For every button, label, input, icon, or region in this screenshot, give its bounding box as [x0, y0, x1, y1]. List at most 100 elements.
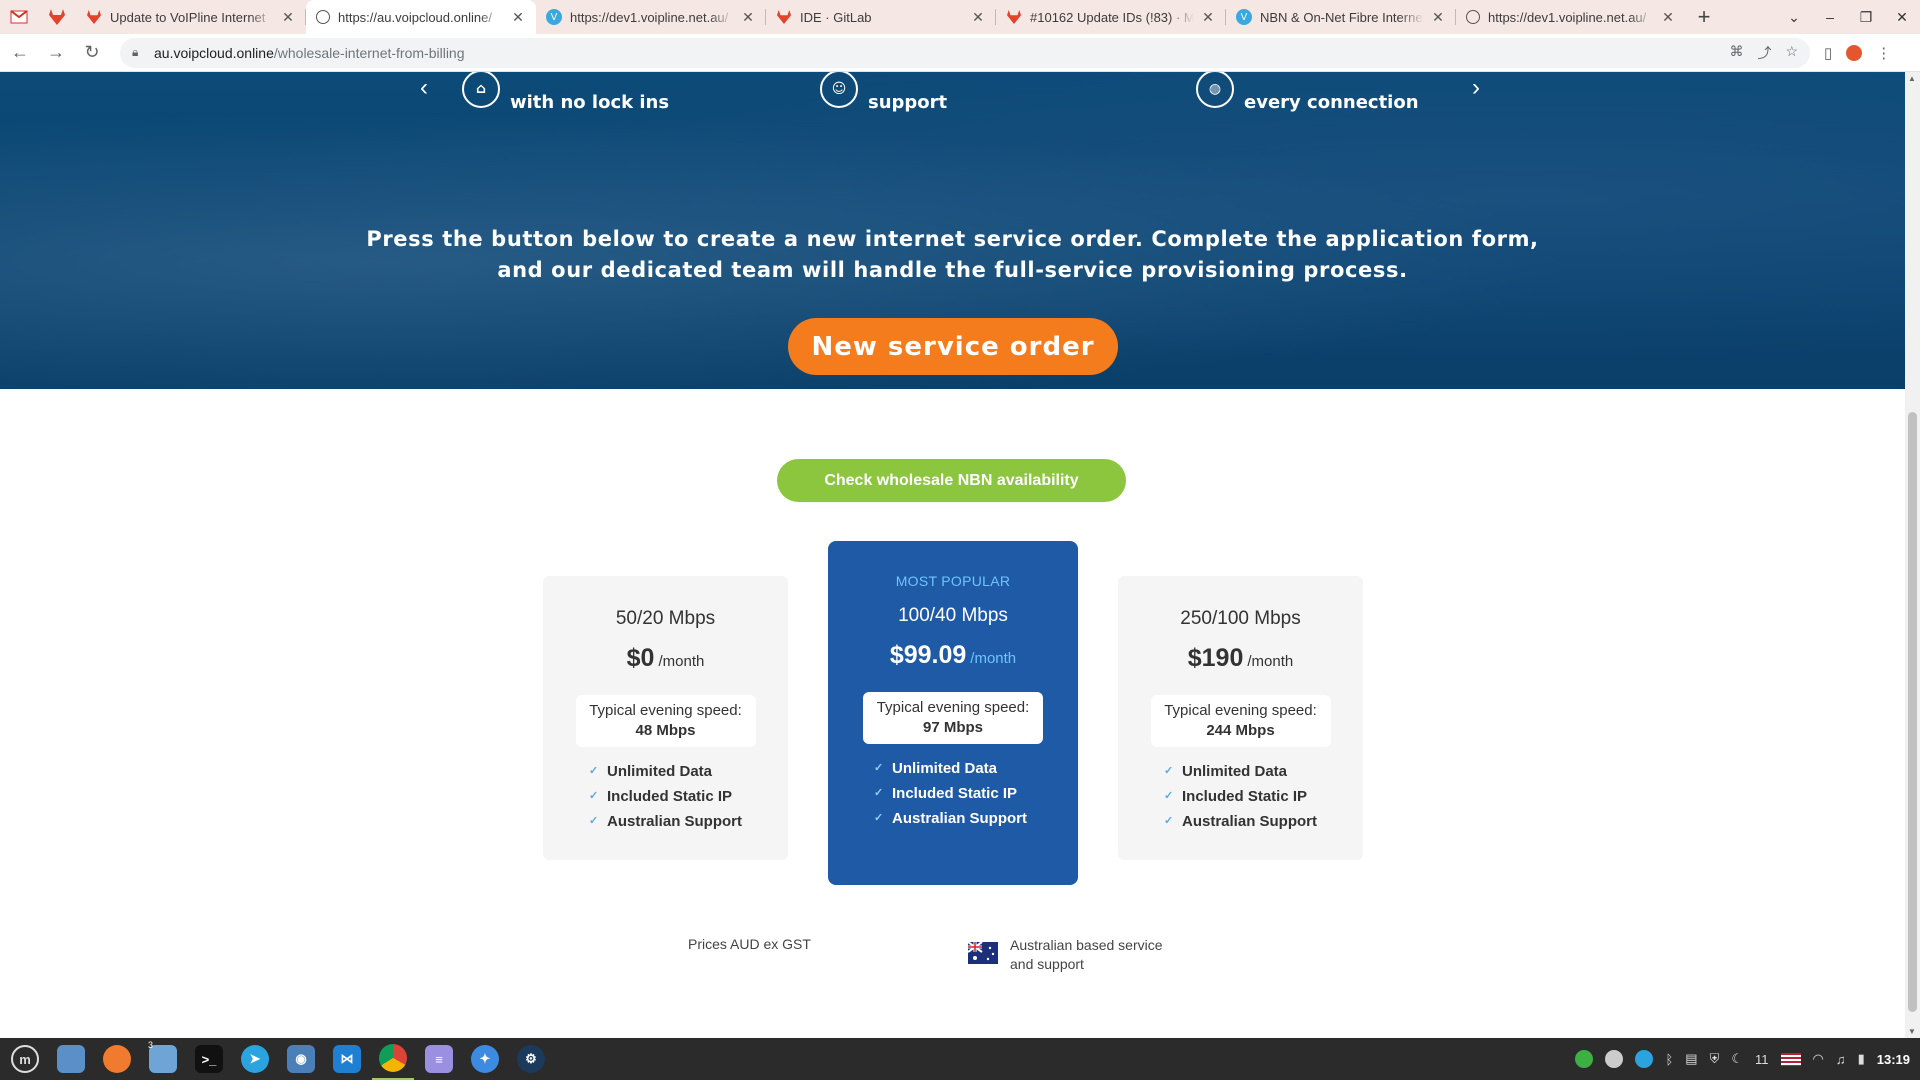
telegram-tray-icon[interactable] — [1635, 1050, 1654, 1068]
check-icon: ✓ — [874, 812, 884, 824]
shield-icon[interactable]: ⛨ — [1710, 1051, 1720, 1067]
pinned-tab-gmail[interactable] — [0, 0, 38, 34]
close-icon[interactable]: ✕ — [280, 9, 296, 26]
plan-features: ✓ Unlimited Data ✓ Included Static IP ✓ Aus… — [1164, 759, 1363, 834]
tab-5[interactable]: V NBN & On-Net Fibre Internet ✕ — [1226, 0, 1456, 34]
minimize-button[interactable]: – — [1812, 9, 1848, 25]
firefox-icon — [103, 1045, 131, 1073]
taskbar-app-vscode[interactable]: ⋈ — [326, 1038, 368, 1080]
address-bar[interactable]: 🔒︎ au.voipcloud.online/wholesale-interne… — [120, 37, 1810, 68]
tray-count: 11 — [1755, 1051, 1769, 1067]
tab-6[interactable]: https://dev1.voipline.net.au/ ✕ — [1456, 0, 1686, 34]
close-icon[interactable]: ✕ — [1430, 9, 1446, 26]
taskbar-app-chrome[interactable] — [372, 1038, 414, 1080]
feature-no-lock-ins: ⌂ with no lock ins — [462, 72, 669, 113]
close-icon[interactable]: ✕ — [1660, 9, 1676, 26]
price-period: /month — [1247, 653, 1294, 670]
reload-button[interactable]: ↻ — [76, 37, 108, 69]
close-icon[interactable]: ✕ — [970, 9, 986, 26]
linux-mint-icon: m — [11, 1045, 39, 1073]
tab-2[interactable]: V https://dev1.voipline.net.au/ ✕ — [536, 0, 766, 34]
clipboard-icon[interactable]: ▤ — [1685, 1051, 1697, 1067]
close-icon[interactable]: ✕ — [510, 9, 526, 26]
feature-text: Australian Support — [1182, 813, 1318, 830]
list-item: ✓ Australian Support — [1164, 809, 1363, 834]
bookmark-star-icon[interactable]: ☆ — [1785, 43, 1798, 63]
plan-speed: 250/100 Mbps — [1180, 608, 1301, 629]
taskbar-app-terminal[interactable]: >_ — [188, 1038, 230, 1080]
mint-menu-button[interactable]: m — [4, 1038, 46, 1080]
lock-icon[interactable]: 🔒︎ — [132, 45, 144, 60]
new-service-order-button[interactable]: New service order — [788, 318, 1118, 375]
clock[interactable]: 13:19 — [1877, 1052, 1910, 1067]
back-button[interactable]: ← — [4, 37, 36, 69]
menu-icon[interactable]: ⋮ — [1876, 44, 1891, 62]
taskbar-app-firefox[interactable] — [96, 1038, 138, 1080]
typical-speed-box: Typical evening speed: 48 Mbps — [575, 695, 756, 747]
new-tab-button[interactable]: + — [1686, 0, 1722, 34]
chrome-icon — [379, 1044, 407, 1072]
check-icon: ✓ — [589, 790, 599, 802]
tab-0[interactable]: Update to VoIPline Internet ✕ — [76, 0, 306, 34]
share-icon[interactable]: ⤴ — [1757, 43, 1771, 63]
us-flag-icon[interactable] — [1780, 1052, 1801, 1066]
plan-price: $0/month — [543, 644, 788, 673]
plan-features: ✓ Unlimited Data ✓ Included Static IP ✓ Aus… — [874, 756, 1078, 831]
sync-icon[interactable] — [1575, 1050, 1594, 1068]
translate-icon[interactable]: ⌘ — [1729, 43, 1743, 63]
forward-button[interactable]: → — [40, 37, 72, 69]
price-amount: $190 — [1187, 644, 1244, 672]
feature-text: Unlimited Data — [607, 763, 713, 780]
tab-1[interactable]: https://au.voipcloud.online/ ✕ — [306, 0, 536, 34]
check-nbn-availability-button[interactable]: Check wholesale NBN availability — [777, 459, 1126, 502]
feature-every-connection: ◍ every connection — [1196, 72, 1419, 113]
list-item: ✓ Included Static IP — [589, 784, 788, 809]
plan-features: ✓ Unlimited Data ✓ Included Static IP ✓ Aus… — [589, 759, 788, 834]
close-icon[interactable]: ✕ — [740, 9, 756, 26]
volume-icon[interactable]: ♫ — [1836, 1052, 1846, 1067]
carousel-prev-icon[interactable]: ‹ — [420, 74, 428, 102]
check-icon: ✓ — [874, 762, 884, 774]
feature-support: ☺ support — [820, 72, 947, 113]
taskbar-app-screenshot[interactable]: ◉ — [280, 1038, 322, 1080]
pinned-tab-gitlab[interactable] — [38, 0, 76, 34]
weather-icon[interactable]: ☾ — [1731, 1051, 1743, 1067]
australian-flag-icon — [968, 942, 998, 964]
hero-description-line: and our dedicated team will handle the f… — [497, 258, 1408, 282]
check-icon: ✓ — [1164, 765, 1174, 777]
taskbar-app-network[interactable]: ✦ — [464, 1038, 506, 1080]
tab-4[interactable]: #10162 Update IDs (!83) · Me ✕ — [996, 0, 1226, 34]
check-icon: ✓ — [874, 787, 884, 799]
taskbar-app-telegram[interactable]: ➤ — [234, 1038, 276, 1080]
steam-tray-icon[interactable] — [1605, 1050, 1624, 1068]
scroll-up-icon[interactable]: ▲ — [1908, 74, 1916, 83]
taskbar-app-notes[interactable]: ≡ — [418, 1038, 460, 1080]
tab-3[interactable]: IDE · GitLab ✕ — [766, 0, 996, 34]
scroll-down-icon[interactable]: ▼ — [1908, 1027, 1916, 1036]
taskbar-app-files[interactable]: 3 — [142, 1038, 184, 1080]
carousel-next-icon[interactable]: › — [1472, 74, 1480, 102]
plan-card-100-40: MOST POPULAR 100/40 Mbps $99.09/month Ty… — [828, 541, 1078, 885]
tab-title: NBN & On-Net Fibre Internet — [1260, 9, 1424, 25]
taskbar-app-desktop[interactable] — [50, 1038, 92, 1080]
feature-text: Included Static IP — [607, 788, 733, 805]
tab-search-icon[interactable]: ⌄ — [1776, 9, 1812, 26]
side-panel-icon[interactable]: ▯ — [1824, 44, 1832, 62]
price-amount: $0 — [626, 644, 655, 672]
page-viewport: ‹ ⌂ with no lock ins ☺ support ◍ every c… — [0, 72, 1905, 1038]
price-period: /month — [970, 650, 1017, 667]
close-icon[interactable]: ✕ — [1200, 9, 1216, 26]
restore-button[interactable]: ❐ — [1848, 9, 1884, 26]
page-scrollbar[interactable]: ▲ ▼ — [1905, 72, 1920, 1038]
extension-icon[interactable] — [1846, 44, 1863, 61]
wifi-icon[interactable]: ◠ — [1813, 1051, 1824, 1067]
scrollbar-thumb[interactable] — [1908, 412, 1917, 1012]
check-icon: ✓ — [1164, 815, 1174, 827]
plan-price: $99.09/month — [828, 641, 1078, 670]
taskbar-app-steam[interactable]: ⚙ — [510, 1038, 552, 1080]
bluetooth-icon[interactable]: ᛒ — [1665, 1052, 1673, 1067]
hero-description-line: Press the button below to create a new i… — [366, 227, 1539, 251]
battery-icon[interactable]: ▮ — [1858, 1051, 1865, 1067]
close-window-button[interactable]: ✕ — [1884, 9, 1920, 26]
camera-icon: ◉ — [287, 1045, 315, 1073]
